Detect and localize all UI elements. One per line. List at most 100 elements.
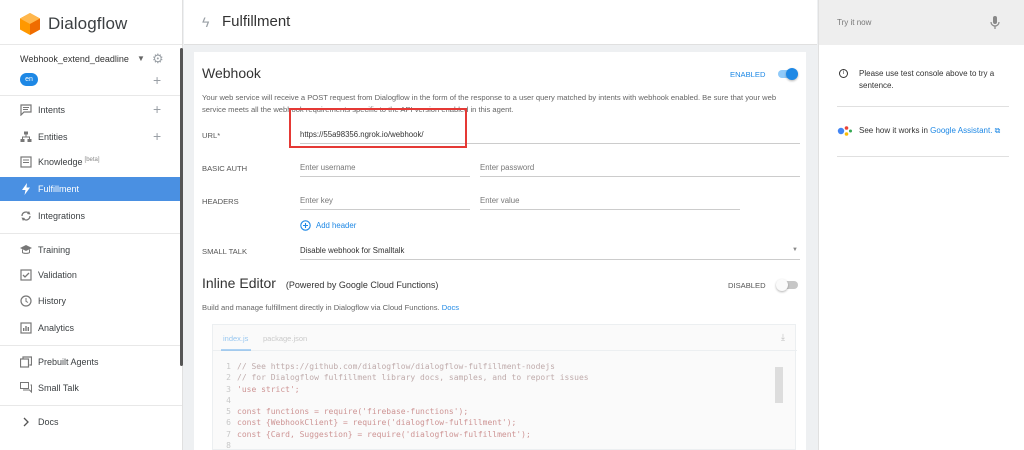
sidebar-item-label: Validation (38, 270, 77, 280)
sidebar-item-fulfillment[interactable]: Fulfillment (0, 177, 182, 201)
external-link-icon: ⧉ (994, 126, 1001, 135)
integrations-icon (21, 211, 31, 221)
add-intent-icon[interactable]: + (153, 101, 161, 117)
headers-label: HEADERS (202, 197, 239, 206)
sidebar-item-small-talk[interactable]: Small Talk (0, 376, 182, 400)
sidebar-item-analytics[interactable]: Analytics (0, 316, 182, 340)
divider (0, 345, 182, 346)
sidebar-item-docs[interactable]: Docs (0, 410, 182, 434)
history-icon (20, 295, 32, 307)
sidebar-item-entities[interactable]: Entities + (0, 125, 182, 149)
add-header-label: Add header (316, 220, 357, 230)
header-value-field[interactable]: Enter value (480, 194, 740, 210)
entities-icon (20, 131, 32, 142)
add-entity-icon[interactable]: + (153, 128, 161, 144)
inline-editor-subtitle: (Powered by Google Cloud Functions) (285, 280, 439, 290)
dialogflow-logo-icon (20, 13, 40, 35)
toggle-knob (786, 68, 798, 80)
sidebar-item-intents[interactable]: Intents + (0, 98, 182, 122)
sidebar-item-integrations[interactable]: Integrations (0, 204, 182, 228)
fulfillment-icon (22, 183, 30, 195)
gear-icon[interactable]: ⚙ (152, 51, 164, 67)
sidebar-item-label: Docs (38, 417, 59, 427)
inline-editor-title: Inline Editor (Powered by Google Cloud F… (202, 275, 439, 291)
try-it-input[interactable]: Try it now (837, 18, 871, 27)
agent-selector[interactable]: Webhook_extend_deadline ▼ ⚙ (20, 51, 170, 67)
language-badge[interactable]: en (20, 73, 38, 86)
sidebar-item-label: Prebuilt Agents (38, 357, 99, 367)
google-assistant-link[interactable]: Google Assistant. (930, 126, 992, 135)
docs-link[interactable]: Docs (442, 303, 459, 312)
info-icon: i (839, 69, 848, 78)
add-language-icon[interactable]: + (153, 72, 161, 88)
webhook-toggle[interactable] (778, 68, 798, 80)
knowledge-icon (20, 156, 32, 168)
sidebar-item-label: Analytics (38, 323, 75, 333)
webhook-status-label: ENABLED (730, 70, 766, 79)
inline-editor-status-label: DISABLED (728, 281, 766, 290)
webhook-title: Webhook (202, 65, 261, 81)
sidebar-item-label: Entities (38, 132, 68, 142)
google-assistant-row: See how it works in Google Assistant. ⧉ (837, 125, 1009, 137)
divider (0, 233, 182, 234)
editor-tabs: index.js package.json ⤓ (213, 325, 797, 351)
google-assistant-icon (837, 126, 852, 136)
code-line: 3'use strict'; (226, 384, 300, 394)
sidebar-item-label: Small Talk (38, 383, 79, 393)
try-it-header: Try it now (819, 0, 1024, 45)
tab-index-js[interactable]: index.js (223, 334, 248, 343)
microphone-icon[interactable] (989, 15, 1001, 31)
editor-scrollbar[interactable] (775, 367, 783, 403)
toggle-knob (776, 279, 788, 291)
sidebar-item-label: Knowledge (38, 157, 83, 167)
code-line: 5 const functions = require('firebase-fun… (226, 407, 469, 417)
add-circle-icon (300, 219, 311, 231)
inline-editor-toggle[interactable] (776, 279, 798, 291)
sidebar-item-label: Intents (38, 105, 66, 115)
dropdown-arrow-icon: ▼ (792, 247, 798, 253)
code-line: 1// See https://github.com/dialogflow/di… (226, 362, 555, 371)
code-line: 4 (226, 395, 231, 405)
divider (0, 405, 182, 406)
try-it-panel: Try it now i Please use test console abo… (818, 0, 1024, 450)
url-label: URL* (202, 131, 221, 140)
fulfillment-card: Webhook ENABLED Your web service will re… (194, 52, 806, 450)
code-content[interactable]: 1// See https://github.com/dialogflow/di… (213, 361, 797, 450)
sidebar-item-prebuilt-agents[interactable]: Prebuilt Agents (0, 350, 182, 374)
download-icon[interactable]: ⤓ (781, 332, 785, 343)
code-line: 8 (226, 441, 231, 450)
code-editor[interactable]: index.js package.json ⤓ 1// See https://… (212, 324, 797, 450)
sidebar-item-label: History (38, 296, 67, 306)
beta-badge: [beta] (84, 157, 100, 163)
sidebar-item-training[interactable]: Training (0, 238, 182, 262)
sidebar-item-validation[interactable]: Validation (0, 263, 182, 287)
inline-editor-description: Build and manage fulfillment directly in… (202, 303, 460, 312)
header-key-field[interactable]: Enter key (300, 194, 470, 210)
code-line: 2// for Dialogflow fulfillment library d… (226, 373, 589, 383)
username-field[interactable]: Enter username (300, 161, 470, 177)
page-title: Fulfillment (222, 13, 291, 30)
caret-down-icon[interactable]: ▼ (137, 54, 145, 63)
chevron-right-icon (23, 417, 29, 427)
small-talk-icon (20, 382, 32, 394)
fulfillment-icon: ϟ (202, 14, 210, 30)
small-talk-value: Disable webhook for Smalltalk (300, 246, 405, 255)
active-tab-indicator (221, 349, 251, 351)
sidebar-item-history[interactable]: History (0, 289, 182, 313)
divider (0, 95, 182, 96)
sidebar: Dialogflow Webhook_extend_deadline ▼ ⚙ e… (0, 0, 183, 450)
sidebar-item-label: Fulfillment (38, 184, 80, 194)
sidebar-scrollbar[interactable] (180, 48, 183, 366)
logo[interactable]: Dialogflow (20, 12, 127, 36)
tab-package-json[interactable]: package.json (263, 334, 307, 343)
analytics-icon (20, 322, 32, 334)
sidebar-item-knowledge[interactable]: Knowledge [beta] (0, 150, 182, 174)
divider (837, 106, 1009, 107)
divider (837, 156, 1009, 157)
app-name: Dialogflow (48, 14, 128, 33)
code-line: 6 const {WebhookClient} = require('dialog… (226, 418, 517, 428)
small-talk-select[interactable]: Disable webhook for Smalltalk ▼ (300, 244, 800, 260)
page-header: ϟ Fulfillment (184, 0, 817, 45)
add-header-button[interactable]: Add header (300, 219, 356, 231)
password-field[interactable]: Enter password (480, 161, 800, 177)
